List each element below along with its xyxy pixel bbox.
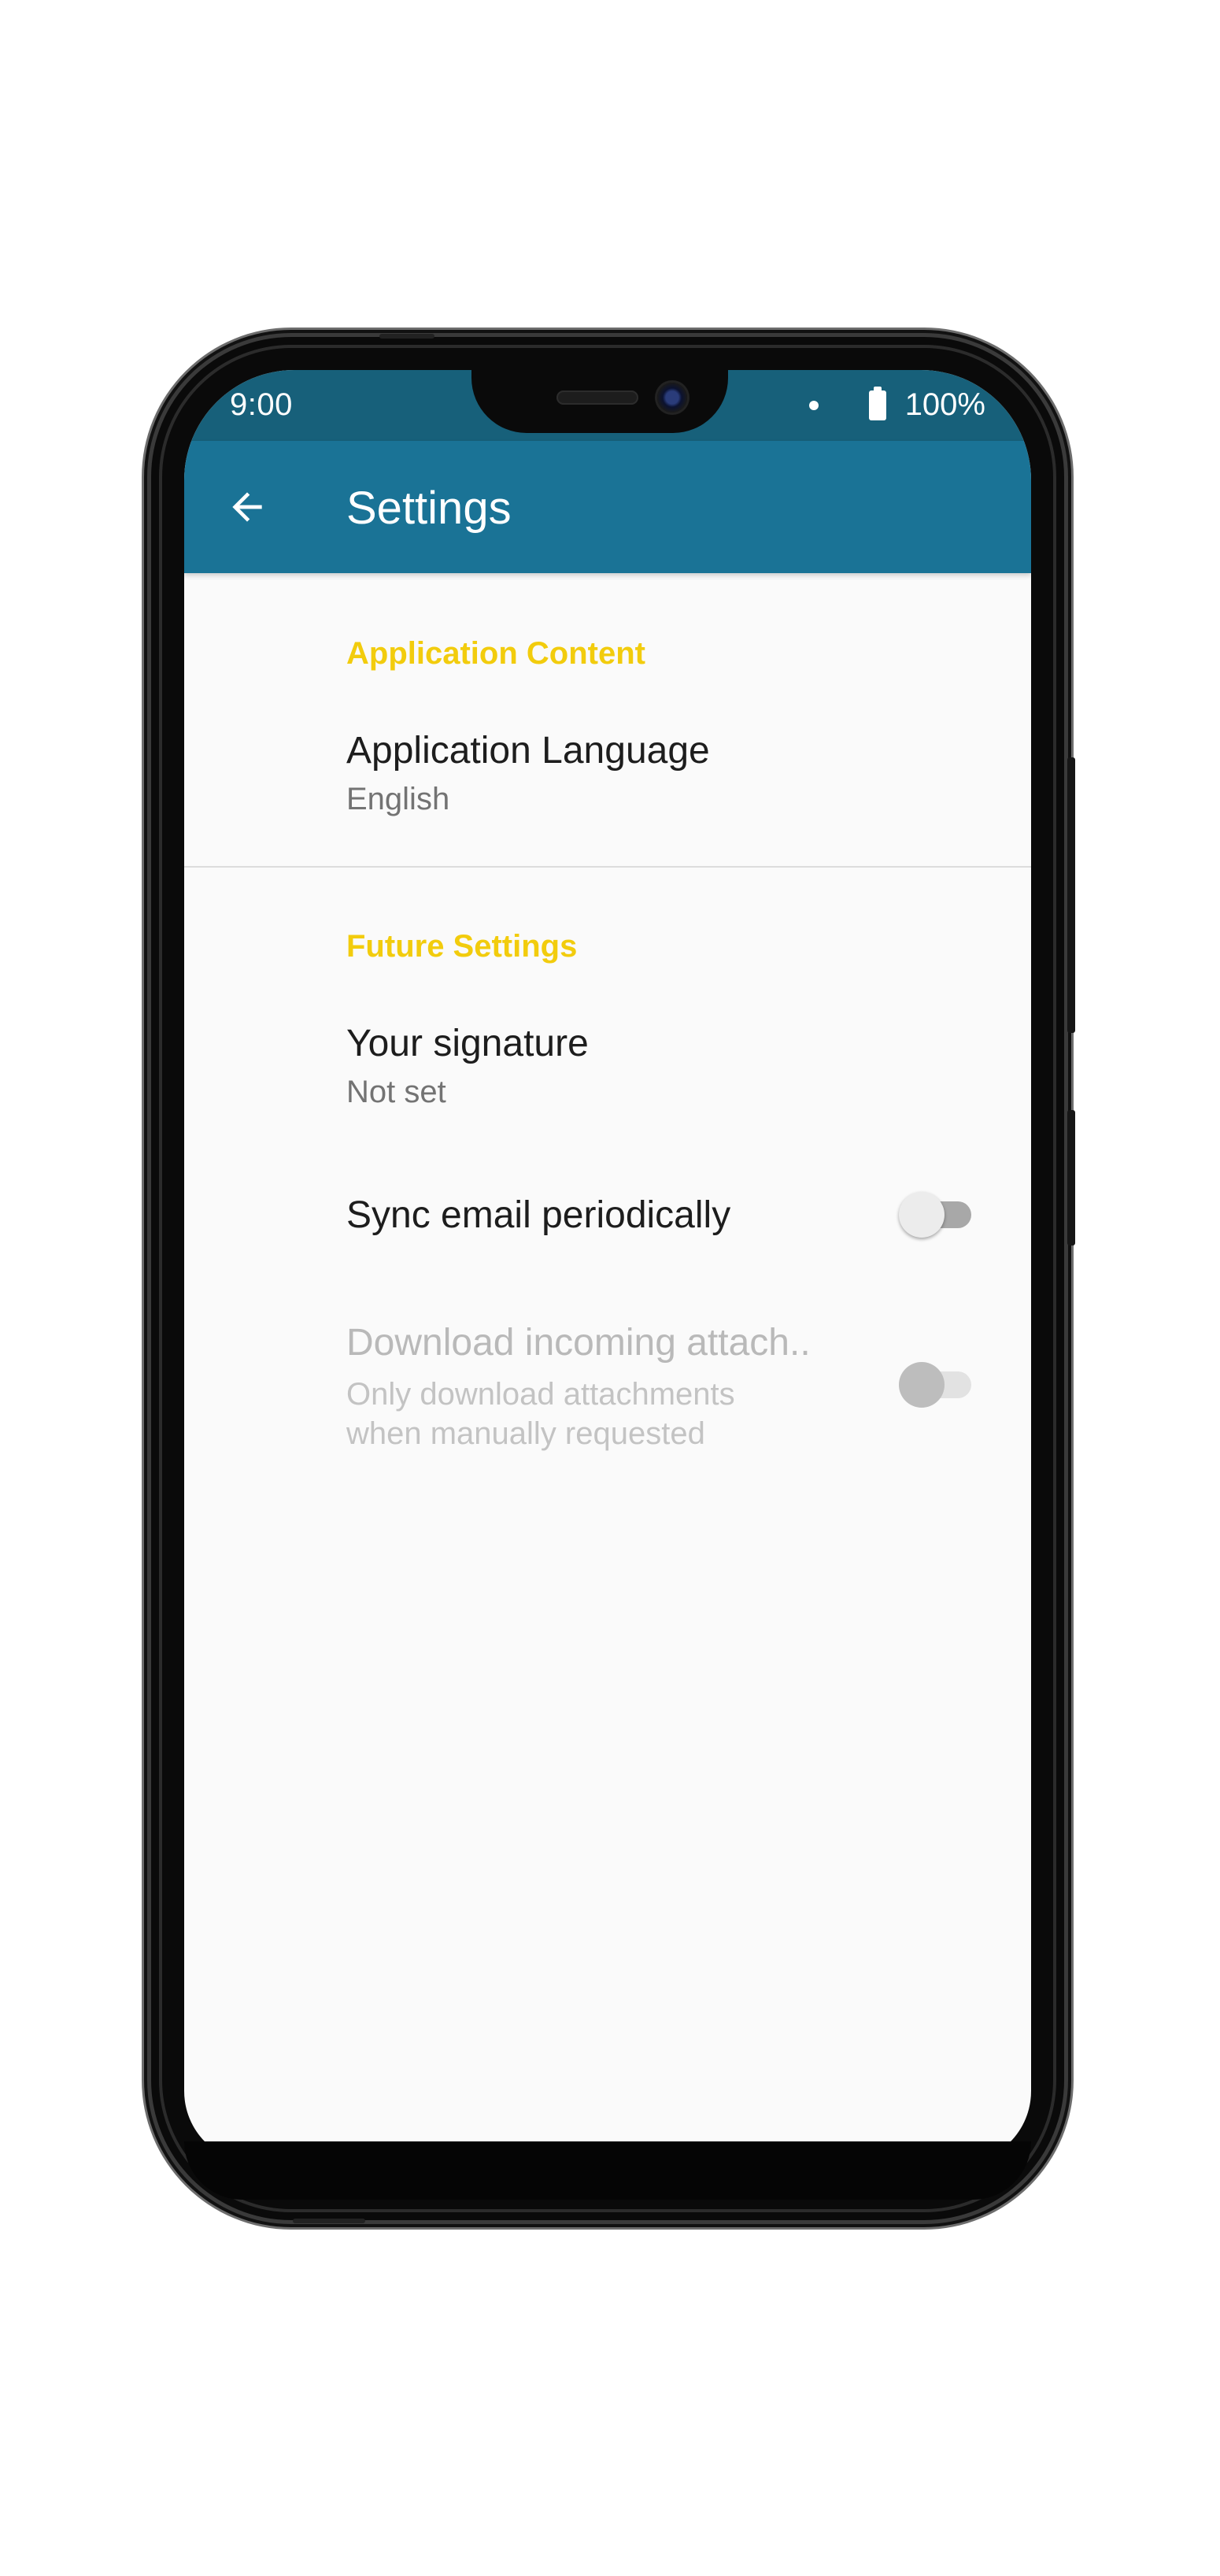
pref-summary: English [346, 782, 450, 816]
battery-icon [868, 386, 886, 420]
pref-summary: Only download attachments when manually … [346, 1377, 735, 1451]
download-attachments-switch [899, 1357, 971, 1408]
section-header-application-content: Application Content [346, 636, 645, 671]
pref-title: Download incoming attach.. [346, 1322, 811, 1364]
screen: 9:00 100% Settings Application Content A… [184, 370, 1031, 2163]
battery-level: 100% [904, 387, 985, 422]
volume-button [1067, 1110, 1075, 1245]
notch [471, 370, 728, 433]
power-button [1067, 757, 1075, 1033]
arrow-back-icon [232, 492, 262, 522]
phone-frame: 9:00 100% Settings Application Content A… [151, 334, 1075, 2223]
pref-summary: Not set [346, 1075, 446, 1109]
app-bar: Settings [184, 441, 1031, 573]
back-button[interactable] [216, 476, 279, 539]
pref-title: Application Language [346, 730, 710, 772]
speaker-grille [556, 390, 638, 405]
sync-email-switch[interactable] [899, 1187, 971, 1238]
section-header-future-settings: Future Settings [346, 929, 578, 964]
status-time: 9:00 [230, 387, 293, 422]
switch-thumb [899, 1362, 945, 1408]
page-title: Settings [346, 483, 512, 534]
pref-title: Your signature [346, 1023, 589, 1064]
page: 9:00 100% Settings Application Content A… [0, 0, 1220, 2576]
camera-icon [657, 383, 687, 413]
bottom-slot [293, 2219, 365, 2223]
top-slot [379, 334, 434, 339]
status-icons: 100% [808, 386, 985, 423]
phone-chin [184, 2141, 1031, 2200]
pref-title: Sync email periodically [346, 1194, 731, 1236]
dot-icon [808, 400, 819, 410]
switch-thumb [899, 1192, 945, 1238]
section-divider [184, 866, 1031, 868]
